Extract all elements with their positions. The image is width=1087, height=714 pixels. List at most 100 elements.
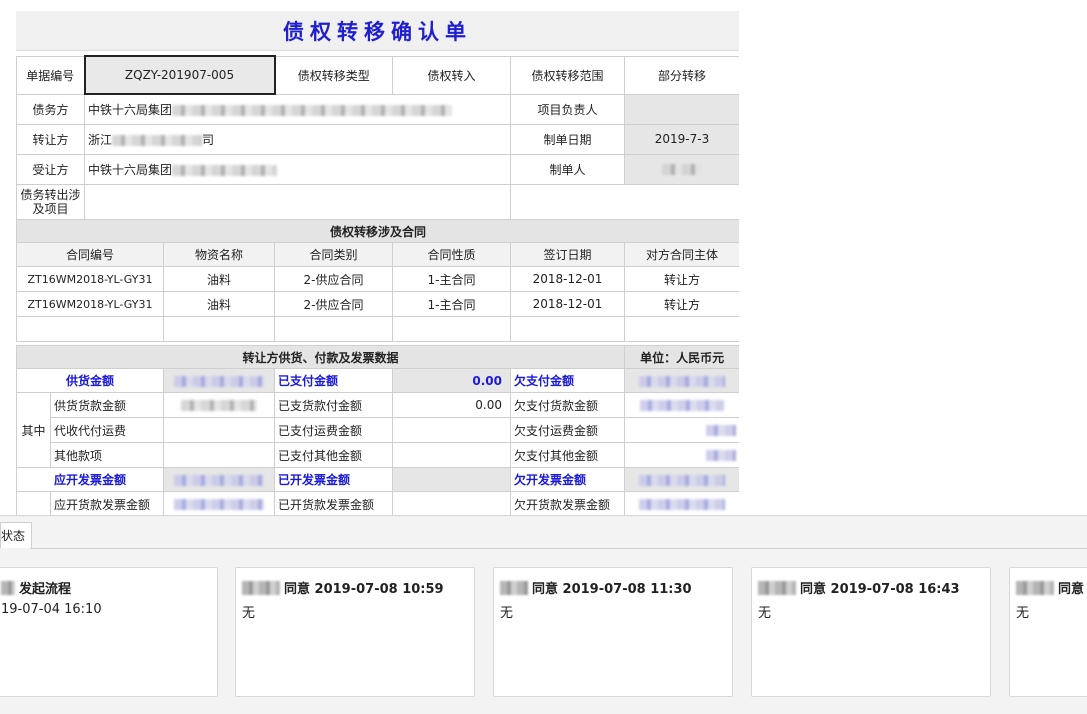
debtor-field[interactable]: 中铁十六局集团 [84,93,511,125]
cell-nature: 1-主合同 [392,291,511,317]
cell-category: 2-供应合同 [274,291,393,317]
paid-goods-label: 已支货款付金额 [274,392,393,418]
payments-title: 转让方供货、付款及发票数据 [16,345,626,369]
invoice-due-label: 应开发票金额 [16,467,164,492]
project-lead-label: 项目负责人 [510,93,625,125]
doc-no-field[interactable]: ZQZY-201907-005 [83,55,276,95]
owed-total-field[interactable] [624,368,739,393]
maker-field[interactable] [624,153,739,185]
status-action: 发起流程 [19,582,72,597]
redacted-value [639,375,726,387]
transferor-label: 转让方 [16,123,85,155]
debtor-value: 中铁十六局集团 [88,102,173,117]
owed-goods-field[interactable] [624,392,739,418]
cell-sign-date: 2018-12-01 [510,266,625,292]
project-field[interactable] [84,183,511,221]
status-card[interactable]: 同意 2019-07-08 11:30 无 [493,567,733,697]
status-card-head: 同意 2019-07-08 10:59 [242,578,444,597]
col-party: 对方合同主体 [623,242,739,267]
cell-party: 转让方 [623,266,739,292]
redacted-value [181,400,257,411]
status-card-head: 同意 2019-07-08 11:30 [500,578,692,597]
transferee-value: 中铁十六局集团 [88,162,173,177]
paid-other-field[interactable] [392,442,511,468]
paid-freight-field[interactable] [392,417,511,443]
invoice-due-field[interactable] [163,467,275,492]
collect-freight-label: 代收代付运费 [50,417,164,443]
supply-goods-field[interactable] [163,392,275,418]
status-card[interactable]: 发起流程 19-07-04 16:10 [0,567,218,697]
doc-no-label: 单据编号 [16,55,85,95]
redacted-text [662,164,702,175]
redacted-value [640,400,725,411]
tab-divider [30,548,1087,549]
contracts-table: 债权转移涉及合同 合同编号 物资名称 合同类别 合同性质 签订日期 对方合同主体… [16,219,739,342]
header-table: 单据编号 ZQZY-201907-005 债权转移类型 债权转入 债权转移范围 … [16,55,739,221]
invoice-owed-label: 欠开发票金额 [509,467,626,492]
transferee-field[interactable]: 中铁十六局集团 [84,153,511,185]
invoice-goods-due-field[interactable] [163,491,275,515]
cell-sign-date: 2018-12-01 [510,291,625,317]
redacted-value [174,499,264,510]
status-action: 同意 2019-07-08 11:30 [532,582,692,597]
col-sign-date: 签订日期 [510,242,625,267]
status-card-comment: 无 [500,606,514,621]
scope-field[interactable]: 部分转移 [624,55,739,95]
cell-empty [163,316,275,342]
cell-contract-no: ZT16WM2018-YL-GY31 [16,291,164,317]
project-lead-field[interactable] [624,93,739,125]
table-row[interactable]: ZT16WM2018-YL-GY31 油料 2-供应合同 1-主合同 2018-… [16,291,739,317]
status-card-head: 发起流程 [1,578,71,597]
invoice-done-field[interactable] [392,467,511,492]
cell-empty [16,316,164,342]
redacted-value [639,499,726,510]
status-card[interactable]: 同意 无 [1009,567,1087,697]
status-action: 同意 2019-07-08 10:59 [284,582,444,597]
invoice-goods-done-label: 已开货款发票金额 [274,491,393,515]
invoice-goods-due-label: 应开货款发票金额 [50,491,164,515]
collect-freight-field[interactable] [163,417,275,443]
paid-goods-field[interactable]: 0.00 [392,392,511,418]
table-row[interactable]: ZT16WM2018-YL-GY31 油料 2-供应合同 1-主合同 2018-… [16,266,739,292]
project-extra-field [510,183,739,221]
status-panel: 状态 发起流程 19-07-04 16:10 同意 2019-07-08 10:… [0,515,1087,714]
date-field[interactable]: 2019-7-3 [624,123,739,155]
of-which-label: 其中 [16,392,51,468]
cell-category: 2-供应合同 [274,266,393,292]
table-row[interactable] [16,316,739,342]
avatar [242,581,280,595]
owed-other-field[interactable] [624,442,739,468]
cell-contract-no: ZT16WM2018-YL-GY31 [16,266,164,292]
of-which-label-2 [16,491,51,515]
other-field[interactable] [163,442,275,468]
status-action: 同意 2019-07-08 16:43 [800,582,960,597]
redacted-value [639,474,726,486]
paid-total-field[interactable]: 0.00 [392,368,511,393]
status-action: 同意 [1058,582,1085,597]
supply-total-field[interactable] [163,368,275,393]
invoice-goods-owed-field[interactable] [624,491,739,515]
status-card-time: 19-07-04 16:10 [1,602,102,617]
redacted-value [174,375,264,387]
status-card[interactable]: 同意 2019-07-08 10:59 无 [235,567,475,697]
project-label: 债务转出涉及项目 [16,183,85,221]
invoice-goods-done-field[interactable] [392,491,511,515]
status-card[interactable]: 同意 2019-07-08 16:43 无 [751,567,991,697]
invoice-owed-field[interactable] [624,467,739,492]
cell-empty [623,316,739,342]
owed-goods-label: 欠支付货款金额 [509,392,626,418]
transferor-field[interactable]: 浙江 司 [84,123,511,155]
owed-total-label: 欠支付金额 [509,368,626,393]
tab-status[interactable]: 状态 [0,522,32,548]
status-card-comment: 无 [758,606,772,621]
scope-label: 债权转移范围 [510,55,625,95]
paid-other-label: 已支付其他金额 [274,442,393,468]
maker-label: 制单人 [510,153,625,185]
redacted-value [706,425,737,436]
paid-total-label: 已支付金额 [274,368,393,393]
type-field[interactable]: 债权转入 [392,55,511,95]
contracts-title: 债权转移涉及合同 [16,219,739,243]
invoice-goods-owed-label: 欠开货款发票金额 [509,491,626,515]
status-card-head: 同意 2019-07-08 16:43 [758,578,960,597]
owed-freight-field[interactable] [624,417,739,443]
